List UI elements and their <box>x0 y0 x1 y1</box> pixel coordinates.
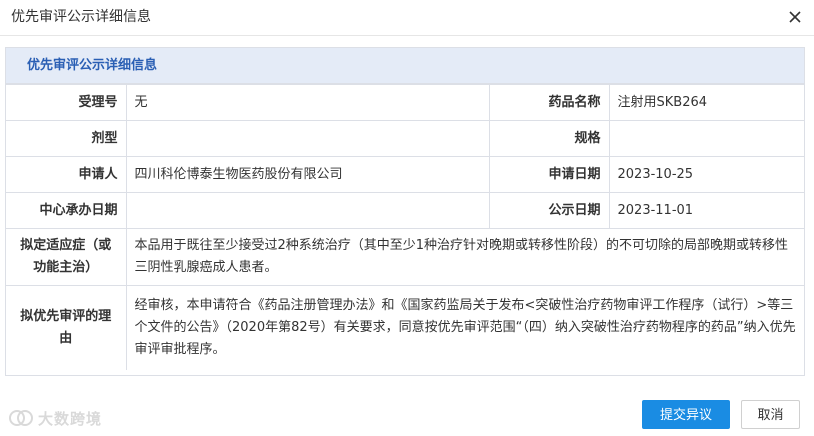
dialog-header: 优先审评公示详细信息 <box>0 0 814 36</box>
submit-objection-button[interactable]: 提交异议 <box>642 400 730 429</box>
table-row: 剂型 规格 <box>6 120 804 157</box>
dosage-form-label: 剂型 <box>6 120 127 157</box>
table-row: 拟优先审评的理由 经审核，本申请符合《药品注册管理办法》和《国家药监局关于发布<… <box>6 285 804 370</box>
detail-panel: 优先审评公示详细信息 受理号 无 药品名称 注射用SKB264 剂型 规格 申请… <box>5 47 805 376</box>
acceptance-no-value: 无 <box>125 84 490 121</box>
indication-value: 本品用于既往至少接受过2种系统治疗（其中至少1种治疗针对晚期或转移性阶段）的不可… <box>125 228 804 286</box>
drug-name-value: 注射用SKB264 <box>608 84 804 121</box>
center-date-value <box>125 192 490 229</box>
watermark-logo-icon <box>9 410 33 426</box>
applicant-label: 申请人 <box>6 156 127 193</box>
apply-date-value: 2023-10-25 <box>608 156 804 193</box>
publish-date-label: 公示日期 <box>488 192 610 229</box>
detail-table: 受理号 无 药品名称 注射用SKB264 剂型 规格 申请人 四川科伦博泰生物医… <box>6 84 804 370</box>
table-row: 中心承办日期 公示日期 2023-11-01 <box>6 192 804 229</box>
reason-value: 经审核，本申请符合《药品注册管理办法》和《国家药监局关于发布<突破性治疗药物审评… <box>125 285 804 370</box>
spec-label: 规格 <box>488 120 610 157</box>
acceptance-no-label: 受理号 <box>6 84 127 121</box>
cancel-button[interactable]: 取消 <box>741 400 800 429</box>
detail-dialog: 优先审评公示详细信息 优先审评公示详细信息 受理号 无 药品名称 注射用SKB2 <box>0 0 814 436</box>
close-icon <box>789 11 801 23</box>
dialog-title: 优先审评公示详细信息 <box>11 9 151 25</box>
panel-header: 优先审评公示详细信息 <box>6 48 804 84</box>
watermark: 大数跨境 <box>8 406 102 430</box>
dosage-form-value <box>125 120 490 157</box>
table-row: 受理号 无 药品名称 注射用SKB264 <box>6 84 804 121</box>
drug-name-label: 药品名称 <box>488 84 610 121</box>
center-date-label: 中心承办日期 <box>6 192 127 229</box>
applicant-value: 四川科伦博泰生物医药股份有限公司 <box>125 156 490 193</box>
publish-date-value: 2023-11-01 <box>608 192 804 229</box>
spec-value <box>608 120 804 157</box>
table-row: 申请人 四川科伦博泰生物医药股份有限公司 申请日期 2023-10-25 <box>6 156 804 193</box>
close-button[interactable] <box>784 6 806 28</box>
panel-title: 优先审评公示详细信息 <box>27 58 158 73</box>
apply-date-label: 申请日期 <box>488 156 610 193</box>
watermark-text: 大数跨境 <box>38 409 103 428</box>
indication-label: 拟定适应症（或功能主治） <box>6 228 127 286</box>
table-row: 拟定适应症（或功能主治） 本品用于既往至少接受过2种系统治疗（其中至少1种治疗针… <box>6 228 804 286</box>
reason-label: 拟优先审评的理由 <box>6 285 127 370</box>
